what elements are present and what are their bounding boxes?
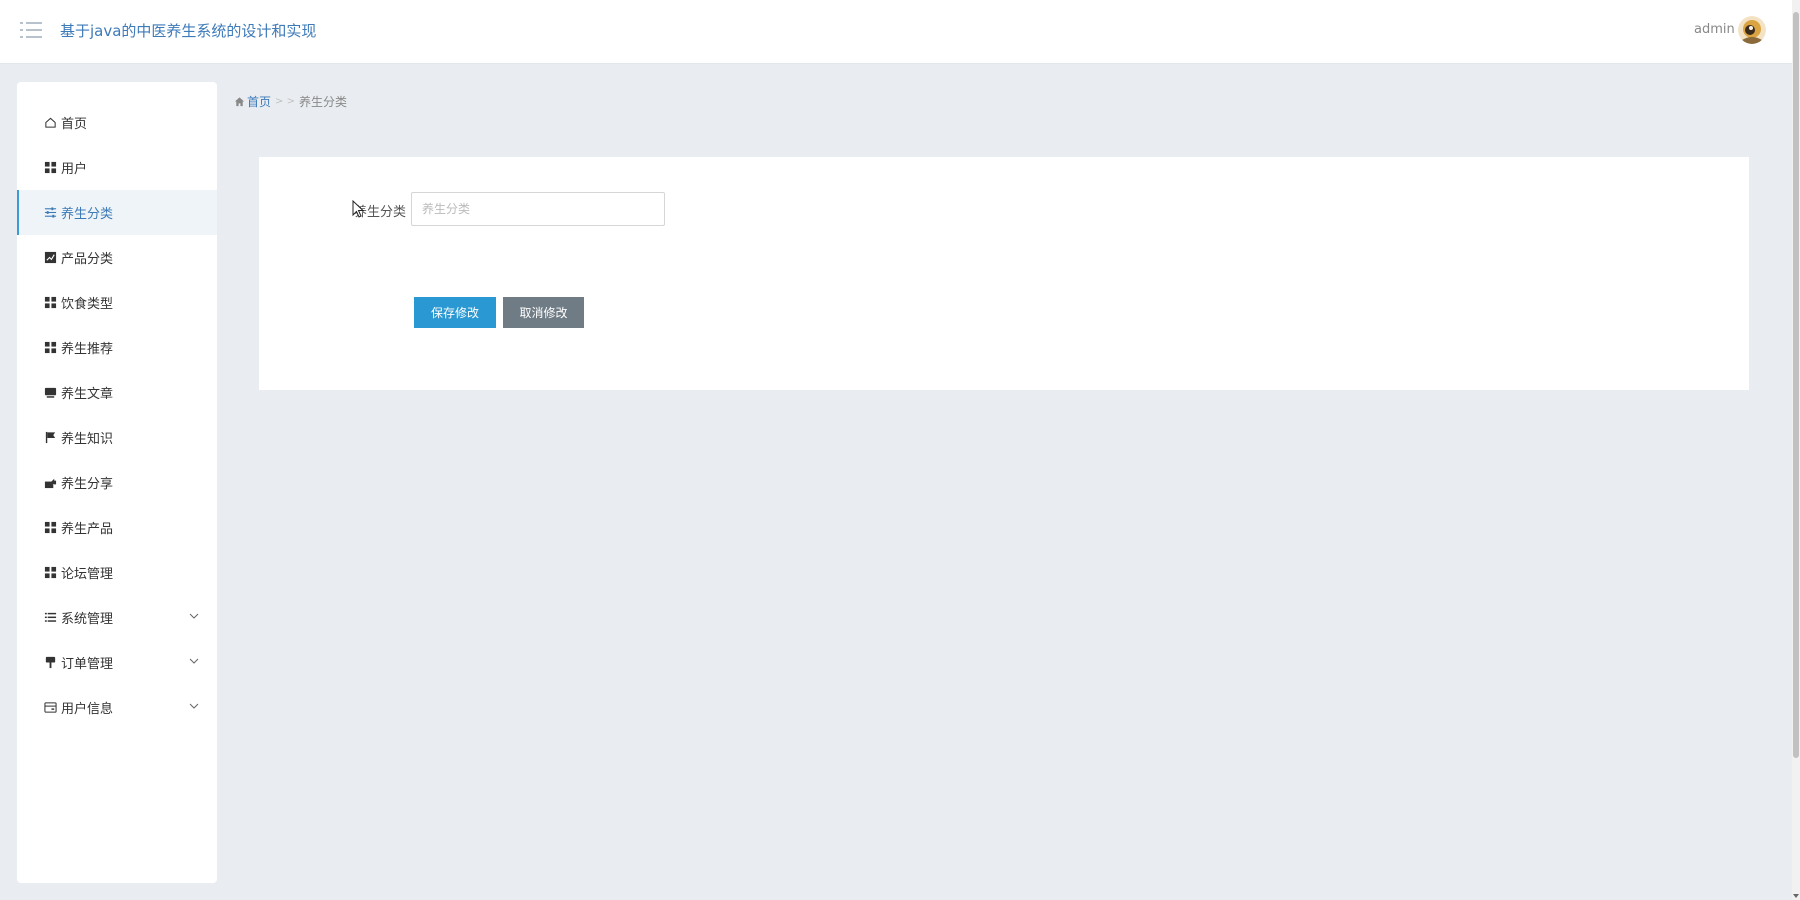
sidebar-item-label: 论坛管理 [61, 567, 114, 582]
sidebar-item-home[interactable]: 首页 [17, 100, 217, 145]
sidebar-item-health-share[interactable]: 养生分享 [17, 460, 217, 505]
user-name[interactable]: admin [1694, 22, 1735, 37]
sidebar-item-health-products[interactable]: 养生产品 [17, 505, 217, 550]
sidebar-item-orders[interactable]: 订单管理 [17, 640, 217, 685]
breadcrumb-current: 养生分类 [298, 95, 347, 109]
breadcrumb: 首页 > > 养生分类 [234, 93, 347, 110]
save-button[interactable]: 保存修改 [414, 297, 496, 328]
sidebar-item-label: 养生文章 [61, 387, 114, 402]
sidebar-item-health-articles[interactable]: 养生文章 [17, 370, 217, 415]
grid-icon [43, 341, 57, 355]
flag-icon [43, 431, 57, 445]
sidebar-item-label: 用户 [61, 162, 88, 177]
cancel-button[interactable]: 取消修改 [503, 297, 584, 328]
category-input[interactable] [411, 192, 665, 226]
top-header: 基于java的中医养生系统的设计和实现 admin [0, 0, 1792, 64]
sidebar-item-label: 养生推荐 [61, 342, 114, 357]
user-avatar[interactable] [1738, 16, 1766, 44]
sidebar-item-system[interactable]: 系统管理 [17, 595, 217, 640]
sidebar-item-label: 系统管理 [61, 612, 114, 627]
grid-icon [43, 521, 57, 535]
mouse-cursor-icon [352, 200, 364, 218]
scrollbar-thumb[interactable] [1793, 12, 1799, 758]
chevron-down-icon[interactable] [189, 700, 199, 710]
sidebar-item-label: 养生分享 [61, 477, 114, 492]
grid-icon [43, 161, 57, 175]
sidebar-item-label: 订单管理 [61, 657, 114, 672]
sidebar-item-label: 用户信息 [61, 702, 114, 717]
chevron-down-icon[interactable] [189, 610, 199, 620]
sidebar-item-label: 养生知识 [61, 432, 114, 447]
home-icon [43, 116, 57, 130]
page-scrollbar[interactable] [1792, 0, 1800, 900]
grid-icon [43, 566, 57, 580]
sliders-icon [43, 206, 57, 220]
grid-icon [43, 296, 57, 310]
sidebar-item-diet-type[interactable]: 饮食类型 [17, 280, 217, 325]
card-icon [43, 701, 57, 715]
scroll-down-arrow-icon[interactable] [1793, 894, 1799, 898]
sidebar-item-label: 首页 [61, 117, 88, 132]
home-icon [234, 97, 245, 107]
sidebar-item-forum[interactable]: 论坛管理 [17, 550, 217, 595]
brush-icon [43, 656, 57, 670]
sidebar-item-product-category[interactable]: 产品分类 [17, 235, 217, 280]
sidebar-item-health-category[interactable]: 养生分类 [17, 190, 217, 235]
sidebar-item-label: 养生产品 [61, 522, 114, 537]
sidebar-item-label: 养生分类 [61, 207, 114, 222]
share-icon [43, 476, 57, 490]
sidebar: 首页 用户 养生分类 产品分类 饮食类型 养生推荐 养生文章 养生知识 养生分享… [17, 82, 217, 883]
sidebar-item-users[interactable]: 用户 [17, 145, 217, 190]
sidebar-item-health-knowledge[interactable]: 养生知识 [17, 415, 217, 460]
sidebar-item-user-info[interactable]: 用户信息 [17, 685, 217, 730]
chevron-down-icon[interactable] [189, 655, 199, 665]
sidebar-item-health-recommend[interactable]: 养生推荐 [17, 325, 217, 370]
list-icon [43, 611, 57, 625]
menu-toggle-icon[interactable] [20, 21, 42, 41]
edit-form-card: 养生分类 保存修改 取消修改 [259, 157, 1749, 390]
app-title: 基于java的中医养生系统的设计和实现 [60, 22, 317, 40]
chart-icon [43, 251, 57, 265]
sidebar-item-label: 饮食类型 [61, 297, 114, 312]
breadcrumb-home-label: 首页 [247, 95, 272, 109]
sidebar-item-label: 产品分类 [61, 252, 114, 267]
breadcrumb-separator: > > [275, 96, 295, 107]
breadcrumb-home[interactable]: 首页 [234, 93, 271, 110]
monitor-icon [43, 386, 57, 400]
